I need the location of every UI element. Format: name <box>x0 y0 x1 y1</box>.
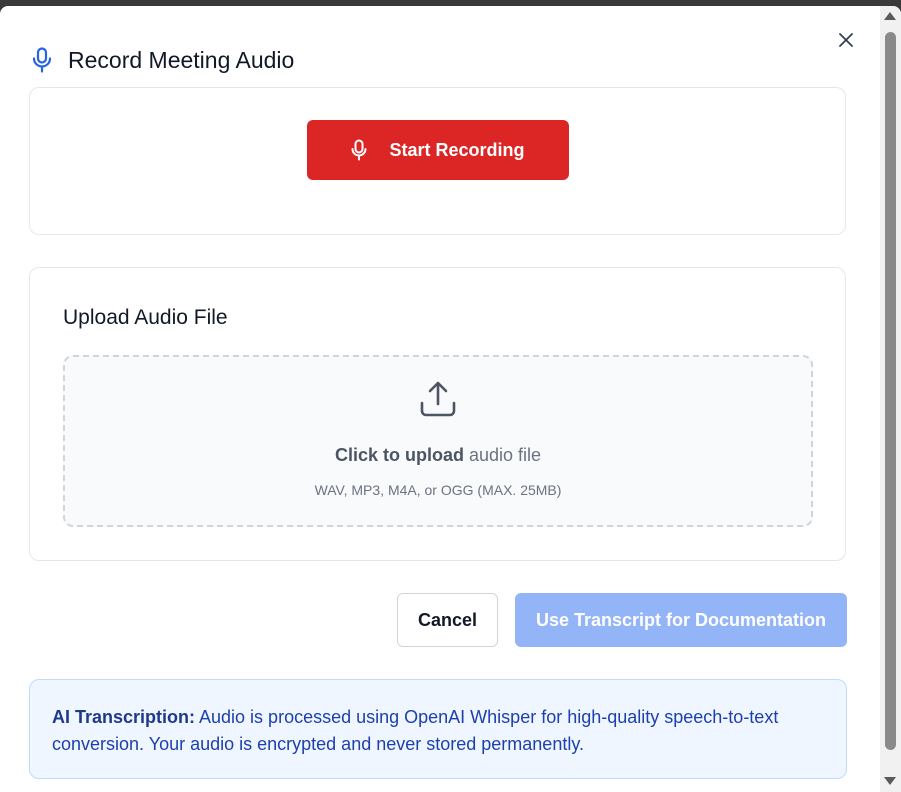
cancel-button[interactable]: Cancel <box>397 593 498 647</box>
click-to-upload-text: Click to upload <box>334 445 464 465</box>
scroll-up-arrow-icon[interactable] <box>884 12 896 20</box>
upload-dropzone[interactable]: Click to upload audio file WAV, MP3, M4A… <box>63 355 813 527</box>
scroll-thumb[interactable] <box>885 32 896 750</box>
upload-card: Upload Audio File Click to upload audio … <box>29 267 846 561</box>
info-notice: AI Transcription: Audio is processed usi… <box>29 679 847 779</box>
upload-formats: WAV, MP3, M4A, or OGG (MAX. 25MB) <box>314 482 562 498</box>
close-button[interactable] <box>834 28 858 52</box>
modal-title: Record Meeting Audio <box>68 46 295 73</box>
scrollbar[interactable] <box>880 6 901 792</box>
start-recording-label: Start Recording <box>389 139 525 160</box>
recording-card: Start Recording <box>29 87 846 235</box>
upload-heading: Upload Audio File <box>63 306 228 329</box>
info-label: AI Transcription: <box>52 707 196 727</box>
upload-icon <box>418 379 458 424</box>
microphone-icon <box>30 45 54 75</box>
microphone-icon <box>351 139 367 161</box>
scroll-down-arrow-icon[interactable] <box>884 777 896 785</box>
use-transcript-button[interactable]: Use Transcript for Documentation <box>515 593 847 647</box>
close-icon <box>839 33 853 47</box>
modal-header: Record Meeting Audio <box>30 40 294 80</box>
start-recording-button[interactable]: Start Recording <box>307 120 569 180</box>
upload-instruction-rest: audio file <box>463 445 542 465</box>
record-audio-modal: Record Meeting Audio Start Recording Upl… <box>0 6 901 792</box>
upload-instruction: Click to upload audio file <box>65 445 811 466</box>
